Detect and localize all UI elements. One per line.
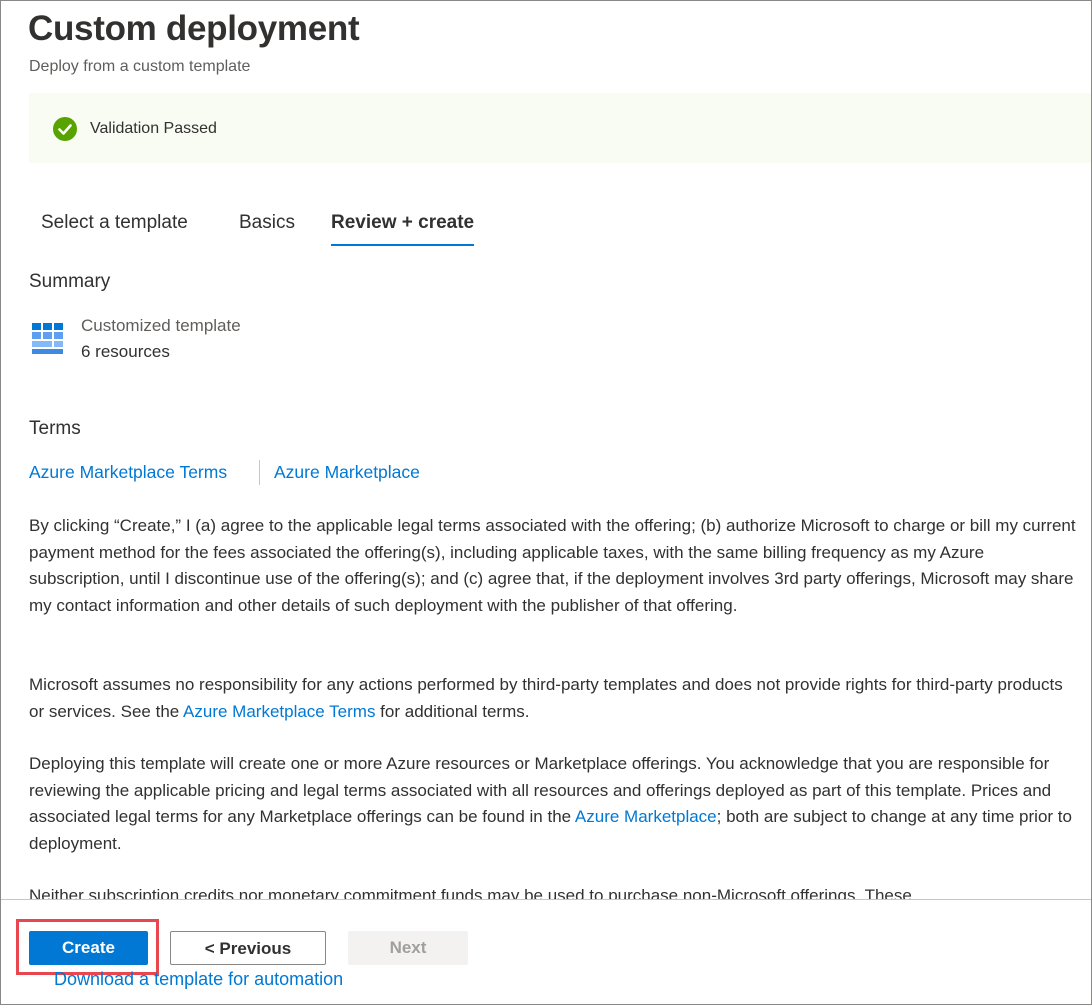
tab-review-create[interactable]: Review + create bbox=[331, 212, 475, 246]
template-grid-icon bbox=[31, 322, 64, 355]
download-template-link[interactable]: Download a template for automation bbox=[54, 969, 343, 990]
resource-count: 6 resources bbox=[81, 342, 170, 361]
terms-paragraph-1: By clicking “Create,” I (a) agree to the… bbox=[29, 516, 1076, 615]
terms-paragraph-3: Deploying this template will create one … bbox=[29, 751, 1079, 857]
check-circle-icon bbox=[53, 117, 77, 141]
previous-button[interactable]: < Previous bbox=[170, 931, 326, 965]
terms-links-2: Azure Marketplace bbox=[274, 462, 420, 483]
para2-text-end: for additional terms. bbox=[375, 701, 530, 721]
tab-basics[interactable]: Basics bbox=[239, 212, 295, 244]
terms-heading: Terms bbox=[29, 418, 81, 439]
summary-heading: Summary bbox=[29, 271, 111, 292]
tab-select-template[interactable]: Select a template bbox=[41, 212, 188, 244]
page-frame: Custom deployment Deploy from a custom t… bbox=[0, 0, 1092, 1005]
validation-banner: Validation Passed bbox=[29, 93, 1091, 163]
validation-text: Validation Passed bbox=[90, 120, 217, 137]
terms-links: Azure Marketplace Terms bbox=[29, 462, 227, 483]
page-subtitle: Deploy from a custom template bbox=[29, 58, 251, 75]
marketplace-inline-link[interactable]: Azure Marketplace bbox=[575, 807, 717, 826]
create-highlight-box bbox=[16, 919, 159, 975]
terms-paragraph-2: Microsoft assumes no responsibility for … bbox=[29, 672, 1079, 725]
footer-bar: Create < Previous Next Download a templa… bbox=[1, 899, 1091, 1004]
marketplace-terms-link[interactable]: Azure Marketplace Terms bbox=[29, 462, 227, 482]
link-divider bbox=[259, 460, 260, 485]
resource-title: Customized template bbox=[81, 316, 241, 335]
marketplace-terms-inline-link[interactable]: Azure Marketplace Terms bbox=[183, 702, 375, 721]
marketplace-link[interactable]: Azure Marketplace bbox=[274, 462, 420, 482]
next-button[interactable]: Next bbox=[348, 931, 468, 965]
page-title: Custom deployment bbox=[28, 9, 360, 48]
